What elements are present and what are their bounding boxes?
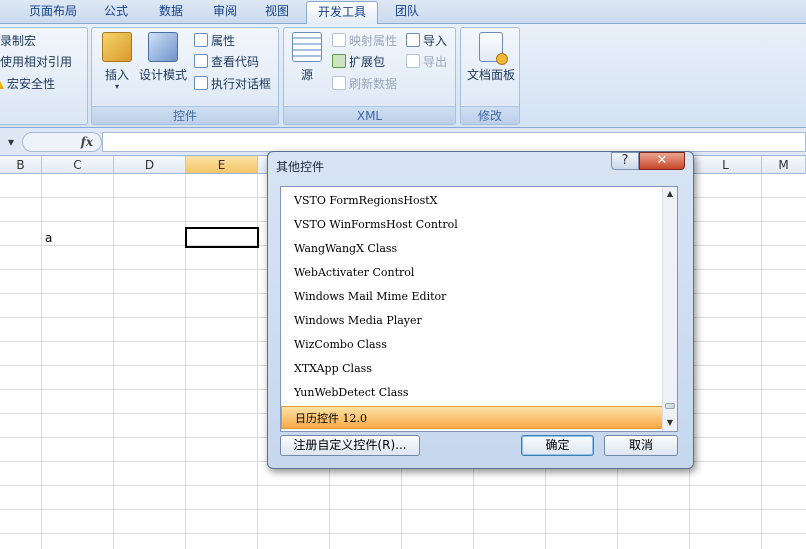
expansion-packs-icon	[332, 54, 346, 68]
column-header-b[interactable]: B	[0, 156, 42, 174]
controls-group: 插入 ▾ 设计模式 属性 查看代码 执行对话框 控件	[91, 27, 279, 125]
expansion-packs-button[interactable]: 扩展包	[332, 52, 385, 72]
controls-group-label: 控件	[92, 106, 278, 124]
map-properties-icon	[332, 33, 346, 47]
record-macro-label: 录制宏	[0, 34, 37, 48]
grid-line	[761, 174, 762, 549]
help-button[interactable]: ?	[611, 152, 639, 170]
refresh-data-label: 刷新数据	[349, 77, 398, 91]
list-item[interactable]: WangWangX Class	[281, 237, 663, 261]
tab-formulas[interactable]: 公式	[94, 1, 138, 24]
formula-input[interactable]	[102, 132, 806, 152]
column-header-m[interactable]: M	[762, 156, 806, 174]
close-icon: ✕	[656, 153, 668, 168]
column-header-d[interactable]: D	[114, 156, 186, 174]
column-header-e[interactable]: E	[186, 156, 258, 174]
scroll-thumb[interactable]	[665, 403, 675, 409]
document-panel-icon	[479, 32, 508, 65]
view-code-button[interactable]: 查看代码	[194, 52, 259, 72]
close-button[interactable]: ✕	[639, 152, 685, 170]
vertical-scrollbar[interactable]: ▲ ▼	[662, 187, 677, 431]
relative-refs-label: 使用相对引用	[0, 55, 73, 69]
view-code-label: 查看代码	[211, 55, 260, 69]
properties-label: 属性	[211, 34, 236, 48]
scroll-down-icon[interactable]: ▼	[663, 416, 677, 430]
list-item[interactable]: XTXApp Class	[281, 357, 663, 381]
modify-group-label: 修改	[461, 106, 519, 124]
macro-security-button[interactable]: 宏安全性	[0, 74, 55, 94]
export-button[interactable]: 导出	[406, 52, 447, 72]
list-item[interactable]: VSTO FormRegionsHostX	[281, 189, 663, 213]
ribbon: 录制宏 使用相对引用 宏安全性 插入 ▾ 设计模式 属性 查看代码 执行对话框 …	[0, 24, 806, 128]
dropdown-arrow-icon: ▾	[114, 82, 119, 91]
document-panel-button[interactable]: 文档面板	[463, 32, 519, 92]
active-cell[interactable]	[185, 227, 259, 248]
modify-group: 文档面板 修改	[460, 27, 520, 125]
source-button[interactable]: 源	[290, 32, 324, 92]
toolbox-icon	[102, 32, 132, 62]
list-item[interactable]: Windows Mail Mime Editor	[281, 285, 663, 309]
list-item[interactable]: WebActivater Control	[281, 261, 663, 285]
grid-line	[41, 174, 42, 549]
list-item-selected[interactable]: 日历控件 12.0	[281, 406, 663, 429]
run-dialog-button[interactable]: 执行对话框	[194, 74, 271, 94]
tab-view[interactable]: 视图	[254, 1, 300, 24]
code-group: 录制宏 使用相对引用 宏安全性	[0, 27, 88, 125]
cancel-button[interactable]: 取消	[604, 435, 678, 456]
list-item[interactable]: YunWebDetect Class	[281, 381, 663, 405]
ruler-pencil-icon	[148, 32, 178, 62]
record-macro-button[interactable]: 录制宏	[0, 31, 36, 51]
run-dialog-icon	[194, 76, 208, 90]
xml-group: 源 映射属性 扩展包 刷新数据 导入 导出 XML	[283, 27, 456, 125]
list-item[interactable]: Windows Media Player	[281, 309, 663, 333]
insert-control-button[interactable]: 插入 ▾	[98, 32, 136, 100]
register-custom-button[interactable]: 注册自定义控件(R)...	[280, 435, 420, 456]
tab-team[interactable]: 团队	[384, 1, 430, 24]
insert-label: 插入	[104, 68, 129, 82]
cell-c-value[interactable]: a	[45, 231, 52, 245]
column-header-c[interactable]: C	[42, 156, 114, 174]
grid-line	[113, 174, 114, 549]
xml-group-label: XML	[284, 106, 455, 124]
tab-review[interactable]: 审阅	[202, 1, 248, 24]
map-properties-label: 映射属性	[349, 34, 398, 48]
relative-refs-button[interactable]: 使用相对引用	[0, 52, 72, 72]
document-panel-label: 文档面板	[466, 68, 515, 82]
expansion-packs-label: 扩展包	[349, 55, 386, 69]
warning-icon	[0, 79, 4, 89]
formula-button-area: fx	[22, 132, 102, 152]
properties-icon	[194, 33, 208, 47]
import-button[interactable]: 导入	[406, 31, 447, 51]
import-icon	[406, 33, 420, 47]
controls-listbox[interactable]: VSTO FormRegionsHostX VSTO WinFormsHost …	[280, 186, 678, 432]
design-mode-label: 设计模式	[138, 68, 187, 82]
column-header-l[interactable]: L	[690, 156, 762, 174]
design-mode-button[interactable]: 设计模式	[138, 32, 188, 100]
map-properties-button[interactable]: 映射属性	[332, 31, 397, 51]
export-label: 导出	[423, 55, 448, 69]
properties-button[interactable]: 属性	[194, 31, 235, 51]
list-item[interactable]: WizCombo Class	[281, 333, 663, 357]
xml-source-icon	[292, 32, 322, 62]
tab-data[interactable]: 数据	[148, 1, 194, 24]
name-box-dropdown[interactable]: ▾	[0, 132, 22, 152]
refresh-icon	[332, 76, 346, 90]
list-item[interactable]: VSTO WinFormsHost Control	[281, 213, 663, 237]
ribbon-tab-bar: 页面布局 公式 数据 审阅 视图 开发工具 团队	[0, 0, 806, 24]
export-icon	[406, 54, 420, 68]
macro-security-label: 宏安全性	[7, 77, 56, 91]
source-label: 源	[300, 68, 313, 82]
view-code-icon	[194, 54, 208, 68]
more-controls-dialog: 其他控件 ? ✕ VSTO FormRegionsHostX VSTO WinF…	[267, 151, 694, 469]
import-label: 导入	[423, 34, 448, 48]
run-dialog-label: 执行对话框	[211, 77, 272, 91]
tab-page-layout[interactable]: 页面布局	[18, 1, 88, 24]
ok-button[interactable]: 确定	[521, 435, 594, 456]
scroll-up-icon[interactable]: ▲	[663, 187, 677, 201]
dialog-title: 其他控件	[276, 160, 325, 174]
insert-function-button[interactable]: fx	[81, 133, 93, 151]
refresh-data-button[interactable]: 刷新数据	[332, 74, 397, 94]
tab-developer[interactable]: 开发工具	[306, 1, 378, 24]
